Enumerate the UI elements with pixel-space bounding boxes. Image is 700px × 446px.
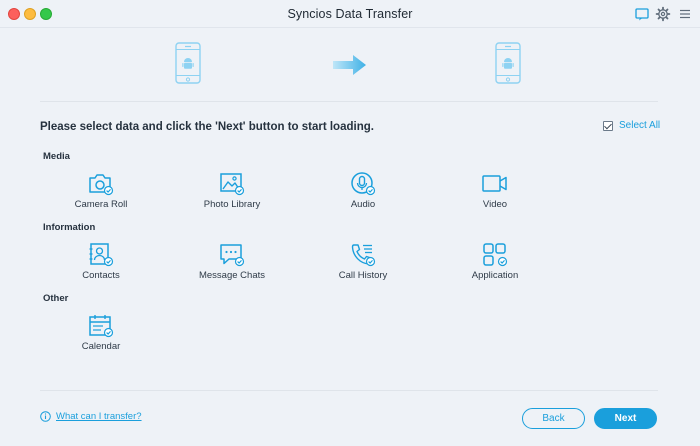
contacts-icon bbox=[89, 243, 114, 267]
section-label-information: Information bbox=[43, 222, 96, 233]
select-all-toggle[interactable]: Select All bbox=[603, 120, 660, 131]
back-button[interactable]: Back bbox=[522, 408, 585, 429]
header-divider bbox=[40, 101, 658, 102]
item-photo-library[interactable]: Photo Library bbox=[182, 171, 282, 210]
transfer-direction bbox=[0, 29, 700, 99]
source-android-phone-icon bbox=[175, 42, 201, 84]
item-label: Message Chats bbox=[198, 270, 265, 281]
phone-icon bbox=[351, 244, 376, 267]
what-can-i-transfer-link[interactable]: What can I transfer? bbox=[40, 411, 142, 422]
video-camera-icon bbox=[482, 175, 507, 192]
photo-icon bbox=[220, 173, 245, 196]
camera-icon bbox=[89, 174, 114, 196]
item-label: Call History bbox=[338, 270, 388, 281]
item-message-chats[interactable]: Message Chats bbox=[182, 242, 282, 281]
next-button[interactable]: Next bbox=[594, 408, 657, 429]
help-link-text[interactable]: What can I transfer? bbox=[56, 411, 142, 422]
title-bar: Syncios Data Transfer bbox=[0, 0, 700, 28]
section-label-media: Media bbox=[43, 151, 70, 162]
target-android-phone-icon bbox=[495, 42, 521, 84]
item-calendar[interactable]: Calendar bbox=[51, 313, 151, 352]
section-label-other: Other bbox=[43, 293, 69, 304]
feedback-icon[interactable] bbox=[634, 6, 650, 22]
window-title: Syncios Data Transfer bbox=[287, 7, 413, 21]
item-call-history[interactable]: Call History bbox=[313, 242, 413, 281]
microphone-icon bbox=[351, 172, 376, 196]
item-audio[interactable]: Audio bbox=[313, 171, 413, 210]
item-contacts[interactable]: Contacts bbox=[51, 242, 151, 281]
item-camera-roll[interactable]: Camera Roll bbox=[51, 171, 151, 210]
item-label: Photo Library bbox=[203, 199, 261, 210]
arrow-right-icon bbox=[333, 55, 366, 75]
item-label: Audio bbox=[350, 199, 376, 210]
item-label: Video bbox=[482, 199, 508, 210]
chat-icon bbox=[220, 244, 245, 267]
item-application[interactable]: Application bbox=[445, 242, 545, 281]
calendar-icon bbox=[89, 315, 114, 338]
select-all-checkbox[interactable] bbox=[603, 120, 613, 131]
gear-icon[interactable] bbox=[655, 6, 671, 22]
item-label: Calendar bbox=[81, 341, 121, 352]
footer-divider bbox=[40, 390, 658, 391]
item-label: Camera Roll bbox=[74, 199, 128, 210]
apps-grid-icon bbox=[483, 243, 508, 267]
instruction-text: Please select data and click the 'Next' … bbox=[40, 121, 374, 133]
item-video[interactable]: Video bbox=[445, 171, 545, 210]
menu-icon[interactable] bbox=[677, 6, 693, 22]
info-icon bbox=[40, 411, 51, 422]
item-label: Application bbox=[471, 270, 519, 281]
item-label: Contacts bbox=[82, 270, 120, 281]
select-all-label: Select All bbox=[619, 120, 661, 131]
